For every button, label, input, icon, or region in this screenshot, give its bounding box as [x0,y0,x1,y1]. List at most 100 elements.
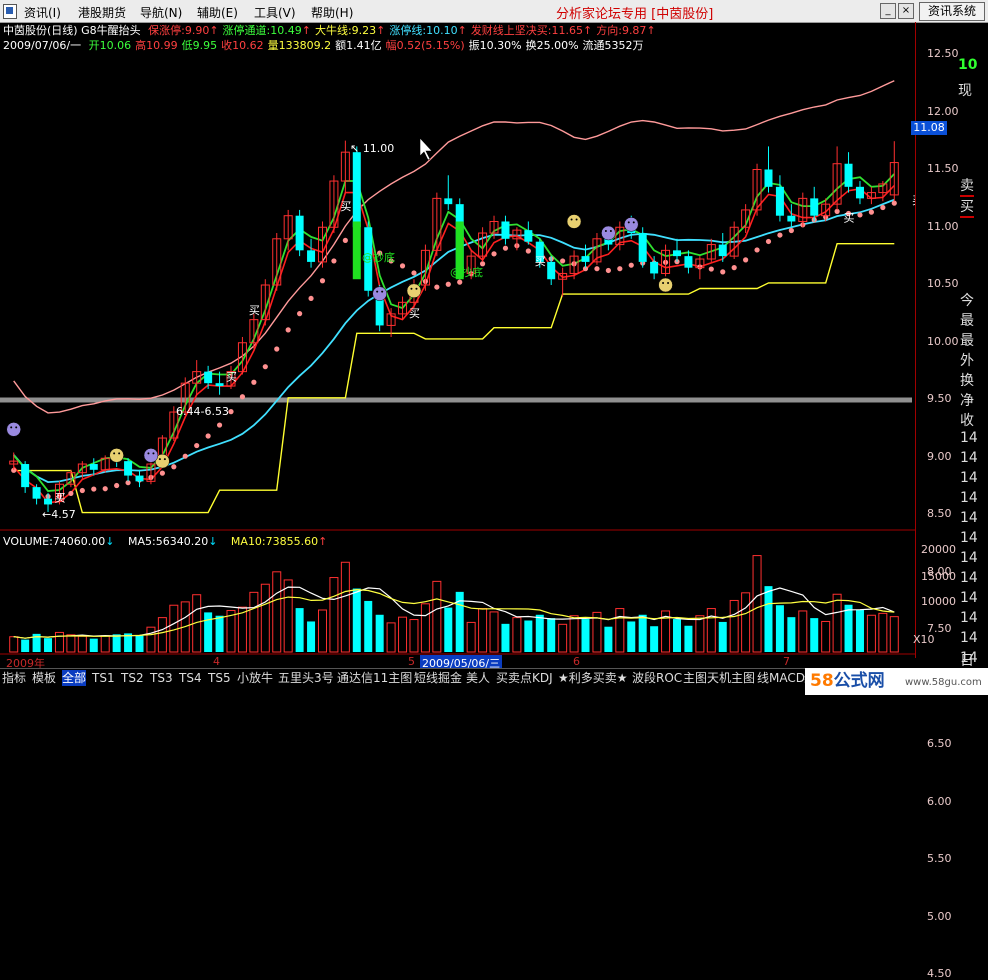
menu-hk-futures[interactable]: 港股期货 [78,4,126,21]
candle-body [307,250,316,262]
app-icon[interactable] [3,4,17,19]
kline-chart[interactable]: ↖ 11.00←4.576.44-6.53买买买买买买买买@抄底@抄底 [0,22,915,658]
direction-dot [182,453,188,459]
tab-14[interactable]: ★利多买卖★ [558,670,628,686]
volume-bar [260,583,270,653]
tab-2[interactable]: 全部 [62,670,87,686]
tab-3[interactable]: TS1 [92,670,115,686]
menu-tools[interactable]: 工具(V) [254,4,296,21]
direction-dot [868,209,875,215]
volume-bar [627,621,636,652]
right-panel-text: 14 [960,550,978,566]
volume-bar [329,577,339,653]
right-panel-text: 日 [960,653,974,669]
smile-icon-eye [415,287,418,290]
buy-label: 买 [535,255,546,268]
sad-icon [624,217,639,232]
tab-0[interactable]: 指标 [2,670,26,686]
volume-bar [226,609,236,653]
direction-dot [445,281,451,287]
tab-8[interactable]: 小放牛 [237,670,273,686]
high-price-label: ↖ 11.00 [350,142,394,155]
volume-bar [157,617,167,653]
direction-dot [91,486,97,492]
sad-icon-eye [10,426,13,429]
volume-tick: 10000 [921,595,956,608]
volume-bar [855,610,864,652]
right-panel-text: 14 [960,430,978,446]
tab-10[interactable]: 通达信11主图 [337,670,412,686]
volume-bar [524,620,533,652]
volume-bar [215,615,224,652]
smile-icon-eye [118,452,121,455]
tab-1[interactable]: 模板 [32,670,56,686]
sad-icon-eye [15,426,18,429]
direction-dot [457,279,463,285]
direction-dot [502,245,509,251]
volume-bar [650,626,659,652]
volume-bar [432,580,442,653]
tab-5[interactable]: TS3 [150,670,173,686]
menu-navigate[interactable]: 导航(N) [140,4,182,21]
direction-dot [891,200,897,206]
volume-bar [672,619,682,652]
smile-icon-eye [113,452,116,455]
volume-bar [204,612,213,652]
right-panel-text: 14 [960,510,978,526]
volume-bar [375,614,384,652]
volume-bar [741,592,751,653]
volume-bar [317,609,327,653]
tab-17[interactable]: 线MACD [757,670,805,686]
tab-7[interactable]: TS5 [208,670,231,686]
sad-icon [601,225,616,241]
direction-dot [708,266,714,272]
tab-15[interactable]: 波段ROC [632,670,682,686]
right-panel-text: 换 [960,373,974,389]
tab-6[interactable]: TS4 [179,670,202,686]
right-panel-text: 14 [960,530,978,546]
volume-bar [66,634,76,653]
signal-bar [352,221,361,280]
tab-16[interactable]: 主图天机主图 [683,670,755,686]
tab-12[interactable]: 美人 [466,670,490,686]
smile-icon-eye [163,458,166,461]
right-panel-text: 14 [960,450,978,466]
volume-bar [581,619,590,652]
candle-body [844,163,853,187]
right-panel-text: 14 [960,610,978,626]
direction-dot [216,422,223,428]
volume-bar [352,588,361,652]
price-tick: 5.00 [927,909,952,923]
candle-body [21,464,30,488]
candle-body [204,371,213,384]
ma5-value: MA5:56340.20 [127,535,209,548]
volume-bar [810,618,819,652]
menu-help[interactable]: 帮助(H) [311,4,353,21]
news-system-button[interactable]: 资讯系统 [919,2,985,21]
menu-news[interactable]: 资讯(I) [24,4,61,21]
minimize-button[interactable]: _ [880,3,896,19]
volume-bar [409,619,419,653]
direction-dot [285,327,291,333]
sad-icon-eye [627,221,630,224]
direction-dot [114,482,120,489]
tab-13[interactable]: 买卖点KDJ [496,670,553,686]
volume-bar [89,638,98,652]
axis-separator [915,22,916,658]
candle-body [501,221,510,239]
tab-4[interactable]: TS2 [121,670,144,686]
tab-9[interactable]: 五里头3号 [278,670,334,686]
close-button[interactable]: × [898,3,914,19]
direction-dot [788,227,794,234]
direction-dot [194,442,200,449]
volume-bar [21,639,30,652]
price-tick: 5.50 [927,852,952,865]
direction-dot [617,266,623,272]
buy-label: 买 [340,200,351,213]
direction-dot [399,263,406,269]
volume-tick: 15000 [921,570,956,583]
candle-body [89,464,98,470]
menu-assist[interactable]: 辅助(E) [197,4,238,21]
tab-11[interactable]: 短线掘金 [414,670,462,686]
volume-bar [100,635,110,653]
